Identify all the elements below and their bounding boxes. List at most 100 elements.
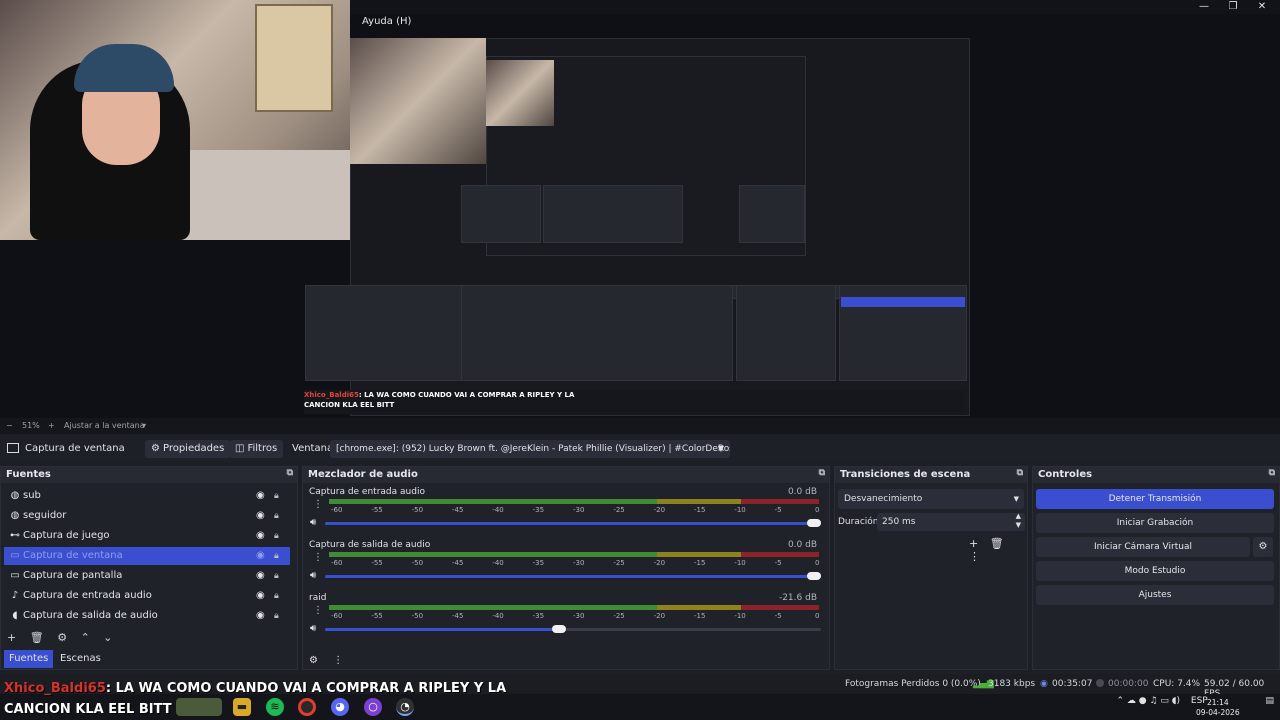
menu-dots-icon[interactable]: ⋮: [313, 605, 323, 616]
speaker-icon: ◖: [12, 610, 18, 621]
source-item-screen-capture[interactable]: ▭ Captura de pantalla ◉ 🔒︎: [4, 567, 290, 585]
volume-slider[interactable]: [325, 519, 821, 527]
filters-button[interactable]: ◫ Filtros: [229, 440, 284, 458]
move-down-icon[interactable]: ⌄: [103, 631, 112, 644]
lock-icon[interactable]: 🔒︎: [274, 527, 279, 545]
spinner-icon[interactable]: ▲ ▼: [1016, 512, 1021, 530]
lock-icon[interactable]: 🔒︎: [274, 547, 279, 565]
trash-icon[interactable]: 🗑︎: [990, 537, 1004, 550]
volume-slider-knob[interactable]: [551, 625, 566, 633]
lock-icon[interactable]: 🔒︎: [274, 487, 279, 505]
volume-icon[interactable]: 🔊︎: [310, 517, 316, 528]
menu-dots-icon[interactable]: ⋮: [313, 499, 323, 510]
meter-tick: -5: [774, 612, 782, 620]
lock-icon[interactable]: 🔒︎: [274, 567, 279, 585]
lock-icon[interactable]: 🔒︎: [274, 607, 279, 625]
meter-tick: -50: [411, 506, 424, 514]
chevron-down-icon[interactable]: ▾: [142, 421, 146, 430]
meter-tick: -40: [492, 506, 504, 514]
properties-button[interactable]: Propiedades: [145, 440, 231, 458]
notification-icon[interactable]: ▤: [1265, 696, 1274, 706]
eye-icon[interactable]: ◉: [256, 527, 265, 545]
volume-icon[interactable]: 🔊︎: [310, 623, 316, 634]
eye-icon[interactable]: ◉: [256, 567, 265, 585]
advanced-audio-icon[interactable]: ⚙: [309, 655, 318, 666]
clock-date: 09-04-2026: [1196, 708, 1240, 717]
close-button[interactable]: ✕: [1248, 0, 1276, 14]
chat-username: Xhico_Baldi65: [4, 681, 106, 696]
eye-icon[interactable]: ◉: [256, 587, 265, 605]
meter-tick: -5: [774, 559, 782, 567]
menu-dots-icon[interactable]: ⋮: [313, 552, 323, 563]
source-label: Captura de ventana: [23, 550, 123, 561]
start-recording-button[interactable]: Iniciar Grabación: [1036, 513, 1274, 533]
eye-icon[interactable]: ◉: [256, 507, 265, 525]
source-item-sub[interactable]: ◍ sub ◉ 🔒︎: [4, 487, 290, 505]
meter-tick: 0: [815, 612, 820, 620]
meter-scale: -60 -55 -50 -45 -40 -35 -30 -25 -20 -15 -10 -5 0: [325, 612, 821, 622]
lock-icon[interactable]: 🔒︎: [274, 587, 279, 605]
eye-icon[interactable]: ◉: [256, 547, 265, 565]
meter-tick: -25: [613, 506, 625, 514]
volume-slider-knob[interactable]: [807, 519, 821, 527]
source-item-window-capture[interactable]: ▭ Captura de ventana ◉ 🔒︎: [4, 547, 290, 565]
trash-icon[interactable]: 🗑︎: [30, 631, 44, 644]
channel-name: Captura de entrada audio: [309, 487, 425, 497]
zoom-out-button[interactable]: −: [6, 421, 13, 430]
start-virtual-camera-button[interactable]: Iniciar Cámara Virtual: [1036, 537, 1250, 557]
source-item-seguidor[interactable]: ◍ seguidor ◉ 🔒︎: [4, 507, 290, 525]
lock-icon[interactable]: 🔒︎: [274, 507, 279, 525]
window-select[interactable]: [chrome.exe]: (952) Lucky Brown ft. @Jer…: [330, 440, 730, 458]
tab-scenes[interactable]: Escenas: [55, 650, 106, 668]
undock-icon[interactable]: ⧉: [287, 468, 293, 478]
gear-icon[interactable]: ⚙: [1253, 537, 1273, 557]
clock[interactable]: 21:14 09-04-2026: [1196, 698, 1240, 718]
chat-overlay: Xhico_Baldi65: LA WA COMO CUANDO VAI A C…: [4, 678, 506, 720]
wanted-poster: [255, 4, 333, 112]
clock-time: 21:14: [1206, 698, 1229, 707]
restore-button[interactable]: ❐: [1219, 0, 1247, 14]
properties-label: Propiedades: [162, 443, 225, 454]
move-up-icon[interactable]: ⌃: [81, 631, 90, 644]
meter-tick: -50: [411, 612, 424, 620]
meter-tick: -45: [452, 506, 464, 514]
menu-help[interactable]: Ayuda (H): [362, 16, 411, 27]
source-item-game-capture[interactable]: ⊷ Captura de juego ◉ 🔒︎: [4, 527, 290, 545]
duration-field[interactable]: 250 ms ▲ ▼: [877, 512, 1025, 531]
minimize-button[interactable]: —: [1190, 0, 1218, 14]
sources-toolbar: + 🗑︎ ⚙ ⌃ ⌄: [7, 631, 123, 644]
source-item-audio-input[interactable]: ♪ Captura de entrada audio ◉ 🔒︎: [4, 587, 290, 605]
meter-segment: [329, 605, 658, 610]
menu-dots-icon[interactable]: ⋮: [333, 655, 343, 666]
gear-icon[interactable]: ⚙: [57, 631, 67, 644]
source-item-audio-output[interactable]: ◖ Captura de salida de audio ◉ 🔒︎: [4, 607, 290, 625]
meter-tick: -35: [532, 506, 545, 514]
undock-icon[interactable]: ⧉: [1269, 468, 1275, 478]
volume-slider-knob[interactable]: [807, 572, 821, 580]
menu-dots-icon[interactable]: ⋮: [969, 550, 980, 563]
fit-to-window[interactable]: Ajustar a la ventana: [64, 421, 145, 430]
filters-label: Filtros: [247, 443, 278, 454]
studio-mode-button[interactable]: Modo Estudio: [1036, 561, 1274, 581]
undock-icon[interactable]: ⧉: [819, 468, 825, 478]
zoom-in-button[interactable]: +: [48, 421, 55, 430]
tab-sources[interactable]: Fuentes: [4, 650, 54, 668]
meter-tick: -25: [613, 559, 625, 567]
meter-tick: -40: [492, 559, 504, 567]
add-icon[interactable]: +: [969, 537, 978, 550]
meter-segment: [740, 605, 819, 610]
nested2-controls: [739, 185, 805, 243]
tray-icons[interactable]: ⌃ ☁ ● ♫ ▭ ◖): [1117, 696, 1181, 706]
add-icon[interactable]: +: [7, 631, 16, 644]
volume-icon[interactable]: 🔊︎: [310, 570, 316, 581]
transition-select-value: Desvanecimiento: [844, 494, 923, 504]
volume-slider[interactable]: [325, 625, 821, 633]
eye-icon[interactable]: ◉: [256, 607, 265, 625]
volume-slider[interactable]: [325, 572, 821, 580]
transition-select[interactable]: Desvanecimiento ▼: [838, 489, 1024, 509]
nested2-sources: [461, 185, 541, 243]
stop-streaming-button[interactable]: Detener Transmisión: [1036, 489, 1274, 509]
undock-icon[interactable]: ⧉: [1017, 468, 1023, 478]
eye-icon[interactable]: ◉: [256, 487, 265, 505]
settings-button[interactable]: Ajustes: [1036, 585, 1274, 605]
